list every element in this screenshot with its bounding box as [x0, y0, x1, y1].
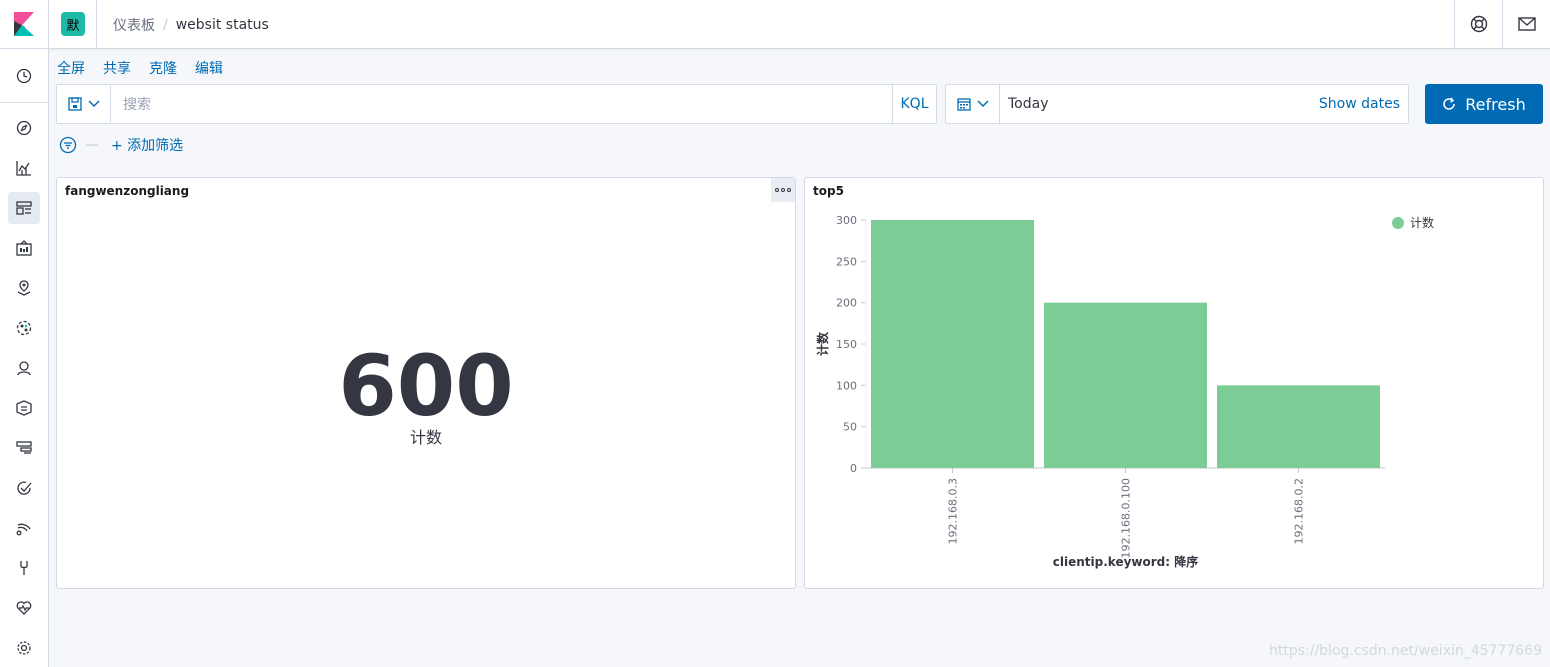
nav-logs[interactable] [8, 392, 40, 424]
refresh-label: Refresh [1465, 94, 1526, 114]
x-tick-label: 192.168.0.2 [1293, 478, 1306, 544]
watermark: https://blog.csdn.net/weixin_45777669 [1268, 643, 1542, 659]
y-axis-title: 计数 [815, 331, 830, 356]
metric-label: 计数 [409, 428, 442, 447]
canvas-icon [16, 240, 32, 256]
x-axis-title: clientip.keyword: 降序 [1053, 554, 1198, 569]
edit-link[interactable]: 编辑 [195, 58, 223, 78]
y-tick-label: 200 [836, 297, 857, 310]
clock-icon [16, 68, 32, 84]
compass-icon [16, 120, 32, 136]
kql-toggle[interactable]: KQL [892, 85, 936, 123]
breadcrumb: 仪表板 / websit status [113, 15, 269, 35]
nav-dashboard[interactable] [8, 192, 40, 224]
dashboard-top-menu: 全屏 共享 克隆 编辑 [57, 58, 223, 78]
dashboard-icon [16, 201, 32, 215]
bar-chart: 0 50 100 150 200 250 300 计数 192.168.0.3 192.168.0… [815, 214, 1434, 569]
nav-recent[interactable] [8, 60, 40, 92]
legend-label: 计数 [1410, 215, 1434, 230]
panel-options-button[interactable] [771, 178, 795, 202]
help-button[interactable] [1454, 0, 1502, 48]
maps-icon [17, 280, 31, 296]
side-nav [0, 49, 49, 667]
monitoring-icon [16, 601, 32, 615]
y-tick-label: 100 [836, 379, 857, 392]
chevron-down-icon [87, 100, 100, 108]
y-tick-label: 150 [836, 338, 857, 351]
bar [1044, 302, 1207, 468]
nav-monitoring[interactable] [8, 592, 40, 624]
settings-icon [17, 641, 31, 655]
nav-ml[interactable] [8, 312, 40, 344]
nav-discover[interactable] [8, 112, 40, 144]
breadcrumb-current: websit status [175, 17, 269, 33]
y-tick-label: 50 [843, 421, 857, 434]
header-actions [1454, 0, 1550, 48]
calendar-icon [956, 98, 971, 111]
y-tick-label: 0 [850, 462, 857, 475]
filter-bar: — + 添加筛选 [59, 135, 183, 155]
nav-maps[interactable] [8, 272, 40, 304]
filter-options-icon[interactable] [59, 136, 77, 154]
show-dates-button[interactable]: Show dates [1319, 85, 1408, 123]
space-avatar[interactable]: 默 [61, 12, 85, 36]
chevron-down-icon [976, 100, 989, 108]
mail-button[interactable] [1502, 0, 1550, 48]
nav-visualize[interactable] [8, 152, 40, 184]
add-filter-button[interactable]: + 添加筛选 [111, 135, 183, 155]
fullscreen-link[interactable]: 全屏 [57, 58, 85, 78]
header-divider [96, 0, 97, 48]
dot-icon [775, 188, 779, 192]
y-tick-label: 300 [836, 214, 857, 227]
y-tick-label: 250 [836, 255, 857, 268]
date-picker: Today Show dates [945, 84, 1409, 124]
x-tick-label: 192.168.0.3 [947, 478, 960, 544]
chart-panel: top5 0 50 100 150 200 250 300 计数 192.168.0.3 192.… [804, 177, 1544, 589]
nav-canvas[interactable] [8, 232, 40, 264]
nav-apm[interactable] [8, 432, 40, 464]
mail-icon [1517, 17, 1536, 31]
filter-divider: — [85, 137, 99, 153]
nav-devtools[interactable] [8, 552, 40, 584]
panel-title: fangwenzongliang [65, 184, 190, 198]
nav-management[interactable] [8, 632, 40, 664]
refresh-button[interactable]: Refresh [1425, 84, 1543, 124]
search-input[interactable]: 搜索 [111, 85, 892, 123]
top-header: 默 仪表板 / websit status [0, 0, 1550, 49]
query-bar: 搜索 KQL [56, 84, 937, 124]
ml-icon [16, 320, 32, 336]
bar [871, 220, 1034, 468]
breadcrumb-dashboards[interactable]: 仪表板 [113, 15, 155, 35]
breadcrumb-separator: / [163, 17, 168, 33]
nav-uptime[interactable] [8, 472, 40, 504]
kibana-logo[interactable] [0, 0, 49, 48]
metric-panel: fangwenzongliang 600 计数 [56, 177, 796, 589]
save-icon [67, 97, 82, 111]
bar [1217, 385, 1380, 468]
apm-icon [16, 441, 32, 454]
nav-divider [0, 102, 48, 103]
clone-link[interactable]: 克隆 [149, 58, 177, 78]
date-range-value[interactable]: Today [1000, 85, 1319, 123]
logs-icon [16, 400, 32, 416]
metric-value: 600 [338, 337, 514, 435]
dot-icon [787, 188, 791, 192]
dot-icon [781, 188, 785, 192]
nav-siem[interactable] [8, 512, 40, 544]
saved-query-button[interactable] [57, 85, 111, 123]
quick-menu-button[interactable] [946, 85, 1000, 123]
refresh-icon [1443, 97, 1456, 110]
help-icon [1470, 15, 1487, 33]
infra-icon [17, 361, 31, 376]
uptime-icon [17, 481, 32, 495]
legend-swatch [1392, 217, 1404, 229]
share-link[interactable]: 共享 [103, 58, 131, 78]
siem-icon [16, 523, 31, 536]
devtools-icon [20, 561, 28, 575]
kibana-logo-icon [14, 12, 34, 36]
nav-infrastructure[interactable] [8, 352, 40, 384]
visualize-icon [16, 161, 31, 176]
x-tick-label: 192.168.0.100 [1120, 478, 1133, 558]
